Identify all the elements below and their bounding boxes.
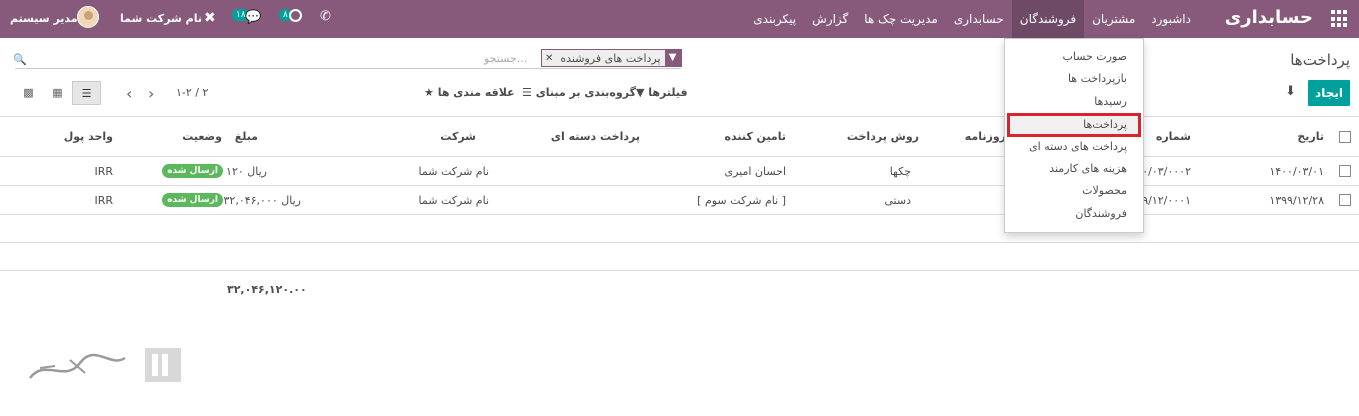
col-partner[interactable]: تامین کننده <box>724 130 786 143</box>
table-row[interactable]: ۱۴۰۰/۰۳/۰۱ ۱۴۰۰/۰۳/۰۰۰۲ چکها احسان امیری… <box>0 157 1359 186</box>
dropdown-item-employee-expenses[interactable]: هزینه های کارمند <box>1049 162 1127 175</box>
row-checkbox[interactable] <box>1339 194 1351 206</box>
col-journal[interactable]: روزنامه <box>965 130 1006 143</box>
kanban-view-icon[interactable]: ▦ <box>43 81 72 105</box>
graph-view-icon[interactable]: ▩ <box>14 81 43 105</box>
col-payment-method[interactable]: روش پرداخت <box>847 130 919 143</box>
dropdown-item-refunds[interactable]: بازپرداخت ها <box>1068 72 1127 85</box>
status-badge: ارسال شده <box>162 193 223 207</box>
download-icon[interactable]: ⬇ <box>1285 84 1296 99</box>
empty-row <box>0 243 1359 271</box>
table-row[interactable]: ۱۳۹۹/۱۲/۲۸ ۱۳۹۹/۱۲/۰۰۰۱ دستی [ نام شرکت … <box>0 186 1359 215</box>
facet-label: پرداخت های فروشنده <box>560 51 661 65</box>
select-all-checkbox[interactable] <box>1339 131 1351 143</box>
dropdown-item-vendors[interactable]: فروشندگان <box>1075 207 1127 220</box>
col-batch-payment[interactable]: پرداخت دسته ای <box>551 130 640 143</box>
cell-date: ۱۴۰۰/۰۳/۰۱ <box>1269 165 1324 178</box>
col-status[interactable]: وضعیت <box>182 130 222 143</box>
col-currency[interactable]: واحد پول <box>64 130 113 143</box>
top-navbar: حسابداری داشبورد مشتریان فروشندگان حسابد… <box>0 0 1359 38</box>
status-badge: ارسال شده <box>162 164 223 178</box>
cell-amount: ۱۲۰ ریال <box>226 165 267 178</box>
dropdown-item-batch-payments[interactable]: پرداخت های دسته ای <box>1029 140 1127 153</box>
cell-date: ۱۳۹۹/۱۲/۲۸ <box>1269 194 1324 207</box>
facet-close-icon[interactable]: ✕ <box>542 53 556 64</box>
groupby-button[interactable]: ☰ گروه‌بندی بر مبنای <box>522 86 636 99</box>
cell-method: چکها <box>889 165 911 178</box>
create-button[interactable]: ایجاد <box>1308 80 1350 106</box>
main-menu: داشبورد مشتریان فروشندگان حسابداری مدیری… <box>745 0 1199 38</box>
favorites-button[interactable]: ★ علاقه مندی ها <box>424 86 515 99</box>
company-switcher[interactable]: نام شرکت شما <box>120 12 202 25</box>
dropdown-item-bills[interactable]: صورت حساب <box>1062 50 1127 63</box>
pager-next-icon[interactable]: › <box>148 84 154 103</box>
dropdown-item-products[interactable]: محصولات <box>1082 184 1127 197</box>
cell-currency: IRR <box>94 165 113 178</box>
menu-accounting[interactable]: حسابداری <box>946 0 1012 38</box>
row-checkbox[interactable] <box>1339 165 1351 177</box>
avatar[interactable] <box>77 6 99 28</box>
cell-company: نام شرکت شما <box>418 194 489 207</box>
dropdown-item-payments[interactable]: پرداخت‌ها <box>1083 118 1127 131</box>
menu-check-management[interactable]: مدیریت چک ها <box>856 0 946 38</box>
debug-tools-icon[interactable]: ✖ <box>204 10 216 26</box>
search-icon[interactable]: 🔍 <box>13 53 27 66</box>
phone-icon[interactable]: ✆ <box>320 9 331 24</box>
amount-total: ۳۲,۰۴۶,۱۲۰.۰۰ <box>227 283 307 296</box>
search-facet: ▼ پرداخت های فروشنده ✕ <box>541 49 682 67</box>
cell-amount: ۳۲,۰۴۶,۰۰۰ ریال <box>223 194 301 207</box>
apps-menu-icon[interactable] <box>1331 10 1349 28</box>
groupby-label: گروه‌بندی بر مبنای <box>535 86 636 99</box>
menu-configuration[interactable]: پیکربندی <box>745 0 804 38</box>
cell-company: نام شرکت شما <box>418 165 489 178</box>
chat-icon[interactable]: 💬 <box>245 10 261 25</box>
col-date[interactable]: تاریخ <box>1297 130 1324 143</box>
dropdown-item-receipts[interactable]: رسیدها <box>1094 95 1127 108</box>
cell-partner: احسان امیری <box>724 165 786 178</box>
clock-icon[interactable] <box>289 9 302 22</box>
payments-table: تاریخ شماره روزنامه روش پرداخت تامین کنن… <box>0 116 1359 271</box>
search-placeholder: جستجو... <box>484 52 528 65</box>
cell-currency: IRR <box>94 194 113 207</box>
menu-customers[interactable]: مشتریان <box>1084 0 1143 38</box>
page-title: پرداخت‌ها <box>1290 51 1350 69</box>
favorites-label: علاقه مندی ها <box>437 86 515 99</box>
col-company[interactable]: شرکت <box>440 130 476 143</box>
vendors-dropdown-menu: صورت حساب بازپرداخت ها رسیدها پرداخت‌ها … <box>1004 38 1144 233</box>
filters-label: فیلترها <box>648 86 688 99</box>
menu-vendors[interactable]: فروشندگان <box>1011 0 1085 38</box>
list-view-icon[interactable]: ☰ <box>72 81 101 105</box>
cell-method: دستی <box>884 194 911 207</box>
col-amount[interactable]: مبلغ <box>235 130 258 143</box>
menu-dashboard[interactable]: داشبورد <box>1143 0 1199 38</box>
col-number[interactable]: شماره <box>1156 130 1191 143</box>
filter-funnel-icon: ▼ <box>664 49 681 67</box>
table-header: تاریخ شماره روزنامه روش پرداخت تامین کنن… <box>0 116 1359 157</box>
pager-prev-icon[interactable]: ‹ <box>126 84 132 103</box>
cell-partner: [ نام شرکت سوم ] <box>697 194 786 207</box>
pager-value[interactable]: ۱-۲ / ۲ <box>176 86 208 99</box>
app-brand: حسابداری <box>1224 7 1313 28</box>
user-menu[interactable]: مدیر سیستم <box>10 12 78 25</box>
watermark-logo <box>29 348 181 382</box>
empty-row <box>0 215 1359 243</box>
menu-reporting[interactable]: گزارش <box>804 0 856 38</box>
filters-button[interactable]: ▼ فیلترها <box>636 86 688 99</box>
